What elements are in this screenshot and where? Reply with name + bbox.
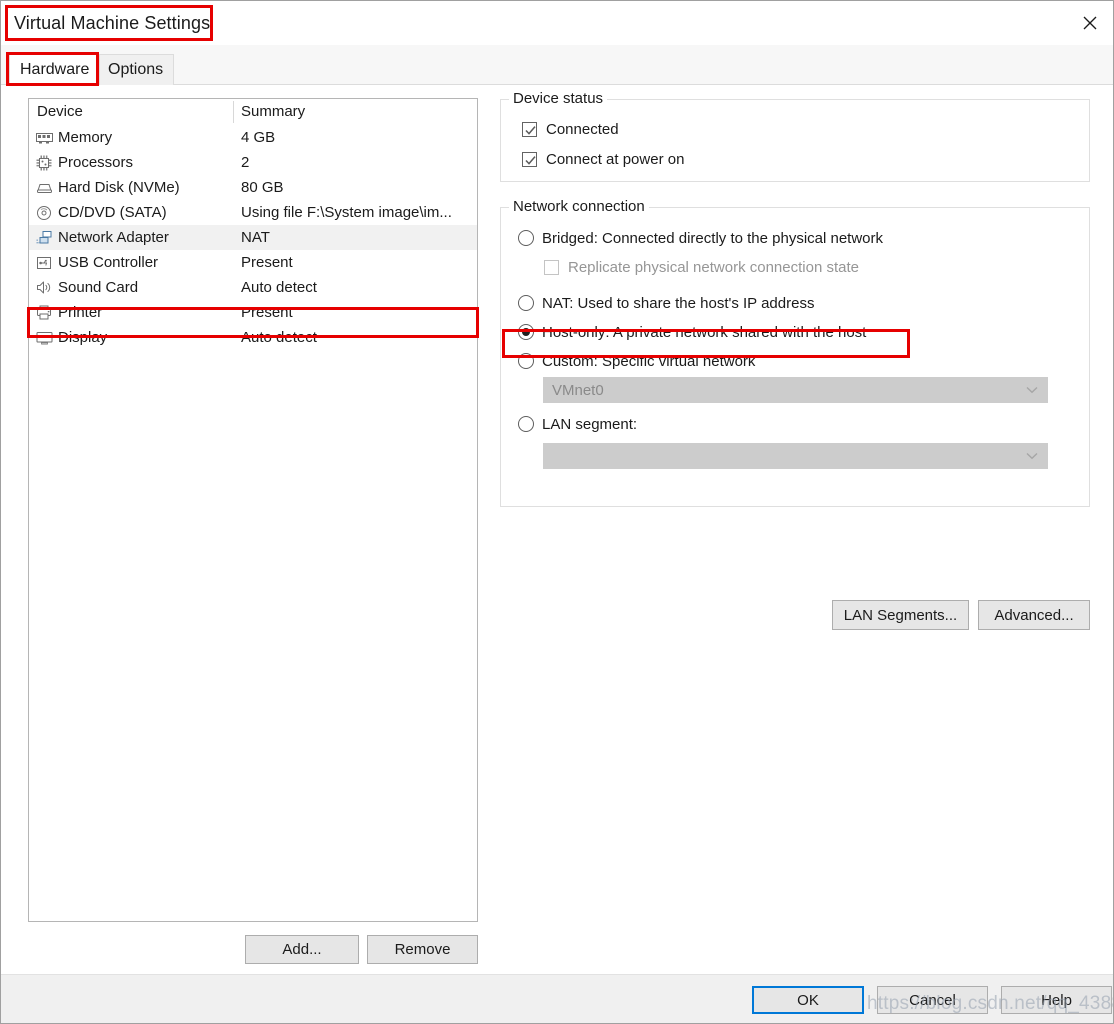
device-list-header: Device Summary [29, 99, 477, 125]
table-row[interactable]: Display Auto detect [29, 325, 477, 350]
table-row[interactable]: Processors 2 [29, 150, 477, 175]
table-row-network-adapter[interactable]: Network Adapter NAT [29, 225, 477, 250]
lan-segment-combo [543, 443, 1048, 469]
device-status-legend: Device status [509, 90, 608, 107]
device-name-cell: Sound Card [29, 279, 233, 297]
remove-button[interactable]: Remove [367, 935, 478, 964]
content-area: Device Summary Memory 4 GB Processors 2 … [1, 85, 1113, 974]
device-list[interactable]: Device Summary Memory 4 GB Processors 2 … [28, 98, 478, 922]
table-row[interactable]: USB Controller Present [29, 250, 477, 275]
device-label: CD/DVD (SATA) [58, 204, 167, 221]
connect-at-power-on-checkbox[interactable] [522, 151, 537, 167]
table-row[interactable]: Hard Disk (NVMe) 80 GB [29, 175, 477, 200]
device-label: Sound Card [58, 279, 139, 296]
display-icon [34, 329, 54, 347]
footer-bar: OK Cancel Help [1, 974, 1113, 1023]
device-name-cell: Network Adapter [29, 229, 233, 247]
device-label: Hard Disk (NVMe) [58, 179, 180, 196]
nat-radio[interactable] [518, 295, 534, 311]
device-summary-cell: 2 [241, 154, 250, 171]
chevron-down-icon [1026, 452, 1038, 460]
lan-segment-radio[interactable] [518, 416, 534, 432]
printer-icon [34, 304, 54, 322]
radio-host-only[interactable]: Host-only: A private network shared with… [518, 321, 866, 343]
table-row[interactable]: Memory 4 GB [29, 125, 477, 150]
custom-radio[interactable] [518, 353, 534, 369]
device-summary-cell: 80 GB [241, 179, 284, 196]
advanced-button[interactable]: Advanced... [978, 600, 1090, 630]
connect-at-power-on-label: Connect at power on [546, 150, 685, 168]
network-adapter-icon [34, 229, 54, 247]
chevron-down-icon [1026, 386, 1038, 394]
connected-label: Connected [546, 120, 619, 138]
device-label: USB Controller [58, 254, 159, 271]
replicate-state-label: Replicate physical network connection st… [568, 258, 859, 276]
network-connection-group: Network connection Bridged: Connected di… [500, 198, 1090, 507]
column-header-summary[interactable]: Summary [233, 103, 305, 120]
device-summary-cell: Using file F:\System image\im... [241, 204, 452, 221]
radio-custom[interactable]: Custom: Specific virtual network [518, 350, 755, 372]
device-label: Memory [58, 129, 113, 146]
device-name-cell: Processors [29, 154, 233, 172]
custom-label: Custom: Specific virtual network [542, 352, 756, 370]
bridged-radio[interactable] [518, 230, 534, 246]
network-connection-legend: Network connection [509, 198, 649, 215]
lan-segment-label: LAN segment: [542, 415, 638, 433]
tab-options[interactable]: Options [97, 54, 175, 85]
device-summary-cell: Auto detect [241, 279, 317, 296]
device-status-group: Device status Connected Connect at power… [500, 90, 1090, 182]
memory-icon [34, 129, 54, 147]
device-label: Display [58, 329, 108, 346]
device-summary-cell: Present [241, 304, 293, 321]
lan-segments-button[interactable]: LAN Segments... [832, 600, 969, 630]
replicate-state-checkbox [544, 259, 559, 275]
cd-dvd-icon [34, 204, 54, 222]
ok-button[interactable]: OK [752, 986, 864, 1014]
device-summary-cell: NAT [241, 229, 270, 246]
device-name-cell: Display [29, 329, 233, 347]
connect-at-power-on-checkbox-row[interactable]: Connect at power on [522, 148, 684, 170]
device-label: Network Adapter [58, 229, 169, 246]
device-name-cell: CD/DVD (SATA) [29, 204, 233, 222]
radio-nat[interactable]: NAT: Used to share the host's IP address [518, 292, 814, 314]
hard-disk-icon [34, 179, 54, 197]
host-only-radio[interactable] [518, 324, 534, 340]
device-label: Processors [58, 154, 134, 171]
radio-lan-segment[interactable]: LAN segment: [518, 413, 637, 435]
table-row[interactable]: Sound Card Auto detect [29, 275, 477, 300]
table-row[interactable]: CD/DVD (SATA) Using file F:\System image… [29, 200, 477, 225]
connected-checkbox[interactable] [522, 121, 537, 137]
sound-card-icon [34, 279, 54, 297]
table-row[interactable]: Printer Present [29, 300, 477, 325]
column-divider [233, 101, 234, 123]
device-label: Printer [58, 304, 103, 321]
tab-strip: Hardware Options [1, 45, 1113, 85]
window-title: Virtual Machine Settings [14, 12, 211, 33]
custom-network-combo-value: VMnet0 [552, 381, 604, 399]
usb-controller-icon [34, 254, 54, 272]
add-button[interactable]: Add... [245, 935, 359, 964]
device-summary-cell: Auto detect [241, 329, 317, 346]
connected-checkbox-row[interactable]: Connected [522, 118, 619, 140]
tab-hardware[interactable]: Hardware [9, 54, 101, 85]
cancel-button[interactable]: Cancel [877, 986, 988, 1014]
device-name-cell: Hard Disk (NVMe) [29, 179, 233, 197]
device-summary-cell: Present [241, 254, 293, 271]
device-name-cell: Printer [29, 304, 233, 322]
device-summary-cell: 4 GB [241, 129, 276, 146]
processor-icon [34, 154, 54, 172]
radio-bridged[interactable]: Bridged: Connected directly to the physi… [518, 227, 883, 249]
virtual-machine-settings-window: Virtual Machine Settings Hardware Option… [0, 0, 1114, 1024]
device-name-cell: USB Controller [29, 254, 233, 272]
titlebar: Virtual Machine Settings [1, 1, 1113, 45]
host-only-label: Host-only: A private network shared with… [542, 323, 867, 341]
help-button[interactable]: Help [1001, 986, 1112, 1014]
nat-label: NAT: Used to share the host's IP address [542, 294, 815, 312]
replicate-state-checkbox-row: Replicate physical network connection st… [544, 256, 859, 278]
column-header-device[interactable]: Device [29, 103, 233, 120]
bridged-label: Bridged: Connected directly to the physi… [542, 229, 884, 247]
close-icon[interactable] [1067, 1, 1113, 45]
custom-network-combo: VMnet0 [543, 377, 1048, 403]
device-name-cell: Memory [29, 129, 233, 147]
